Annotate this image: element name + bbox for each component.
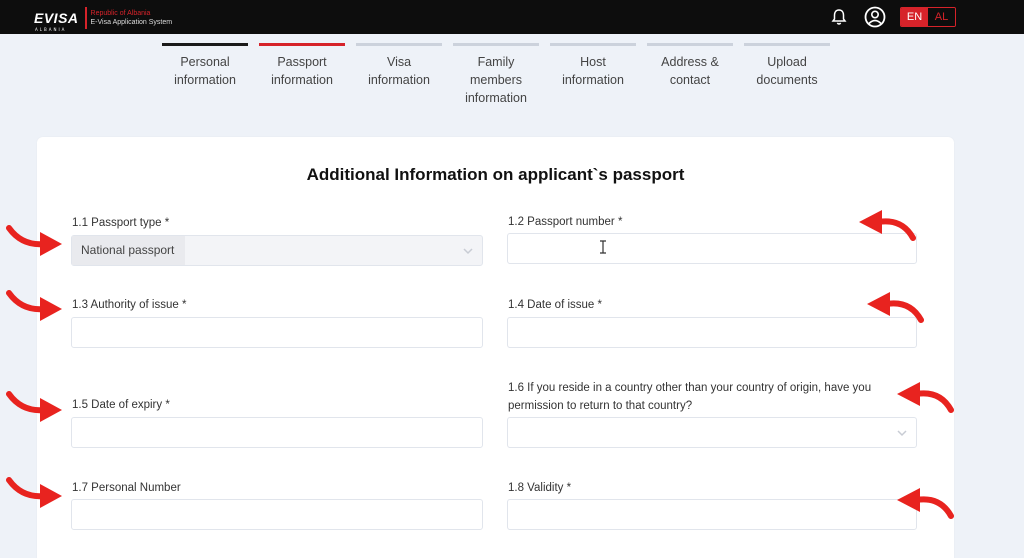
- passport-type-label: 1.1 Passport type *: [72, 217, 170, 229]
- chevron-down-icon: [897, 430, 907, 437]
- personal-number-input[interactable]: [71, 499, 483, 530]
- red-arrow-annotation-icon: [897, 488, 954, 519]
- red-arrow-annotation-icon: [6, 290, 62, 321]
- step-label: Passport information: [271, 55, 333, 87]
- step-address-contact[interactable]: Address & contact: [647, 43, 733, 107]
- date-of-expiry-input[interactable]: [71, 417, 483, 448]
- top-bar: EVISA ALBANIA Republic of Albania E-Visa…: [0, 0, 1024, 34]
- step-bar: [550, 43, 636, 46]
- red-arrow-annotation-icon: [859, 210, 916, 241]
- step-label: Upload documents: [756, 55, 818, 87]
- step-bar: [453, 43, 539, 46]
- authority-of-issue-input[interactable]: [71, 317, 483, 348]
- red-arrow-annotation-icon: [897, 382, 954, 413]
- step-personal-information[interactable]: Personal information: [162, 43, 248, 107]
- step-bar: [744, 43, 830, 46]
- logo-line-1: Republic of Albania: [90, 10, 151, 17]
- step-family-members-information[interactable]: Family members information: [453, 43, 539, 107]
- user-circle-icon[interactable]: [864, 6, 886, 28]
- logo-country: ALBANIA: [35, 27, 67, 32]
- step-bar: [356, 43, 442, 46]
- validity-input[interactable]: [507, 499, 917, 530]
- text-cursor-icon: [600, 240, 606, 254]
- step-bar: [162, 43, 248, 46]
- red-arrow-annotation-icon: [6, 225, 62, 256]
- return-permission-select[interactable]: [507, 417, 917, 448]
- red-arrow-annotation-icon: [6, 391, 62, 422]
- lang-al-button[interactable]: AL: [928, 8, 955, 26]
- passport-type-select[interactable]: National passport: [71, 235, 483, 266]
- step-label: Family members information: [465, 55, 527, 105]
- step-passport-information[interactable]: Passport information: [259, 43, 345, 107]
- step-navigation: Personal information Passport informatio…: [162, 43, 830, 107]
- date-of-issue-input[interactable]: [507, 317, 917, 348]
- logo-line-2: E-Visa Application System: [90, 19, 173, 26]
- passport-type-value: National passport: [81, 243, 175, 257]
- passport-form-card: Additional Information on applicant`s pa…: [37, 137, 954, 558]
- step-label: Visa information: [368, 55, 430, 87]
- personal-number-label: 1.7 Personal Number: [72, 482, 181, 494]
- logo-wordmark: EVISA: [34, 10, 79, 26]
- return-permission-label: 1.6 If you reside in a country other tha…: [508, 382, 872, 412]
- date-of-expiry-label: 1.5 Date of expiry *: [72, 399, 170, 411]
- lang-en-button[interactable]: EN: [901, 8, 928, 26]
- date-of-issue-label: 1.4 Date of issue *: [508, 299, 602, 311]
- evisa-logo[interactable]: EVISA ALBANIA Republic of Albania E-Visa…: [34, 7, 173, 32]
- logo-text: Republic of Albania E-Visa Application S…: [91, 9, 173, 27]
- step-visa-information[interactable]: Visa information: [356, 43, 442, 107]
- step-label: Personal information: [174, 55, 236, 87]
- chevron-down-icon: [463, 248, 473, 255]
- step-upload-documents[interactable]: Upload documents: [744, 43, 830, 107]
- validity-label: 1.8 Validity *: [508, 482, 572, 494]
- red-arrow-annotation-icon: [867, 292, 924, 323]
- red-arrow-annotation-icon: [6, 477, 62, 508]
- form-title: Additional Information on applicant`s pa…: [306, 165, 685, 184]
- step-bar: [259, 43, 345, 46]
- authority-of-issue-label: 1.3 Authority of issue *: [72, 299, 187, 311]
- step-bar: [647, 43, 733, 46]
- bell-icon[interactable]: [831, 8, 847, 26]
- step-label: Address & contact: [661, 55, 719, 87]
- language-switcher: EN AL: [900, 7, 956, 27]
- logo-divider: [84, 7, 87, 29]
- passport-number-label: 1.2 Passport number *: [508, 216, 623, 228]
- step-label: Host information: [562, 55, 624, 87]
- step-host-information[interactable]: Host information: [550, 43, 636, 107]
